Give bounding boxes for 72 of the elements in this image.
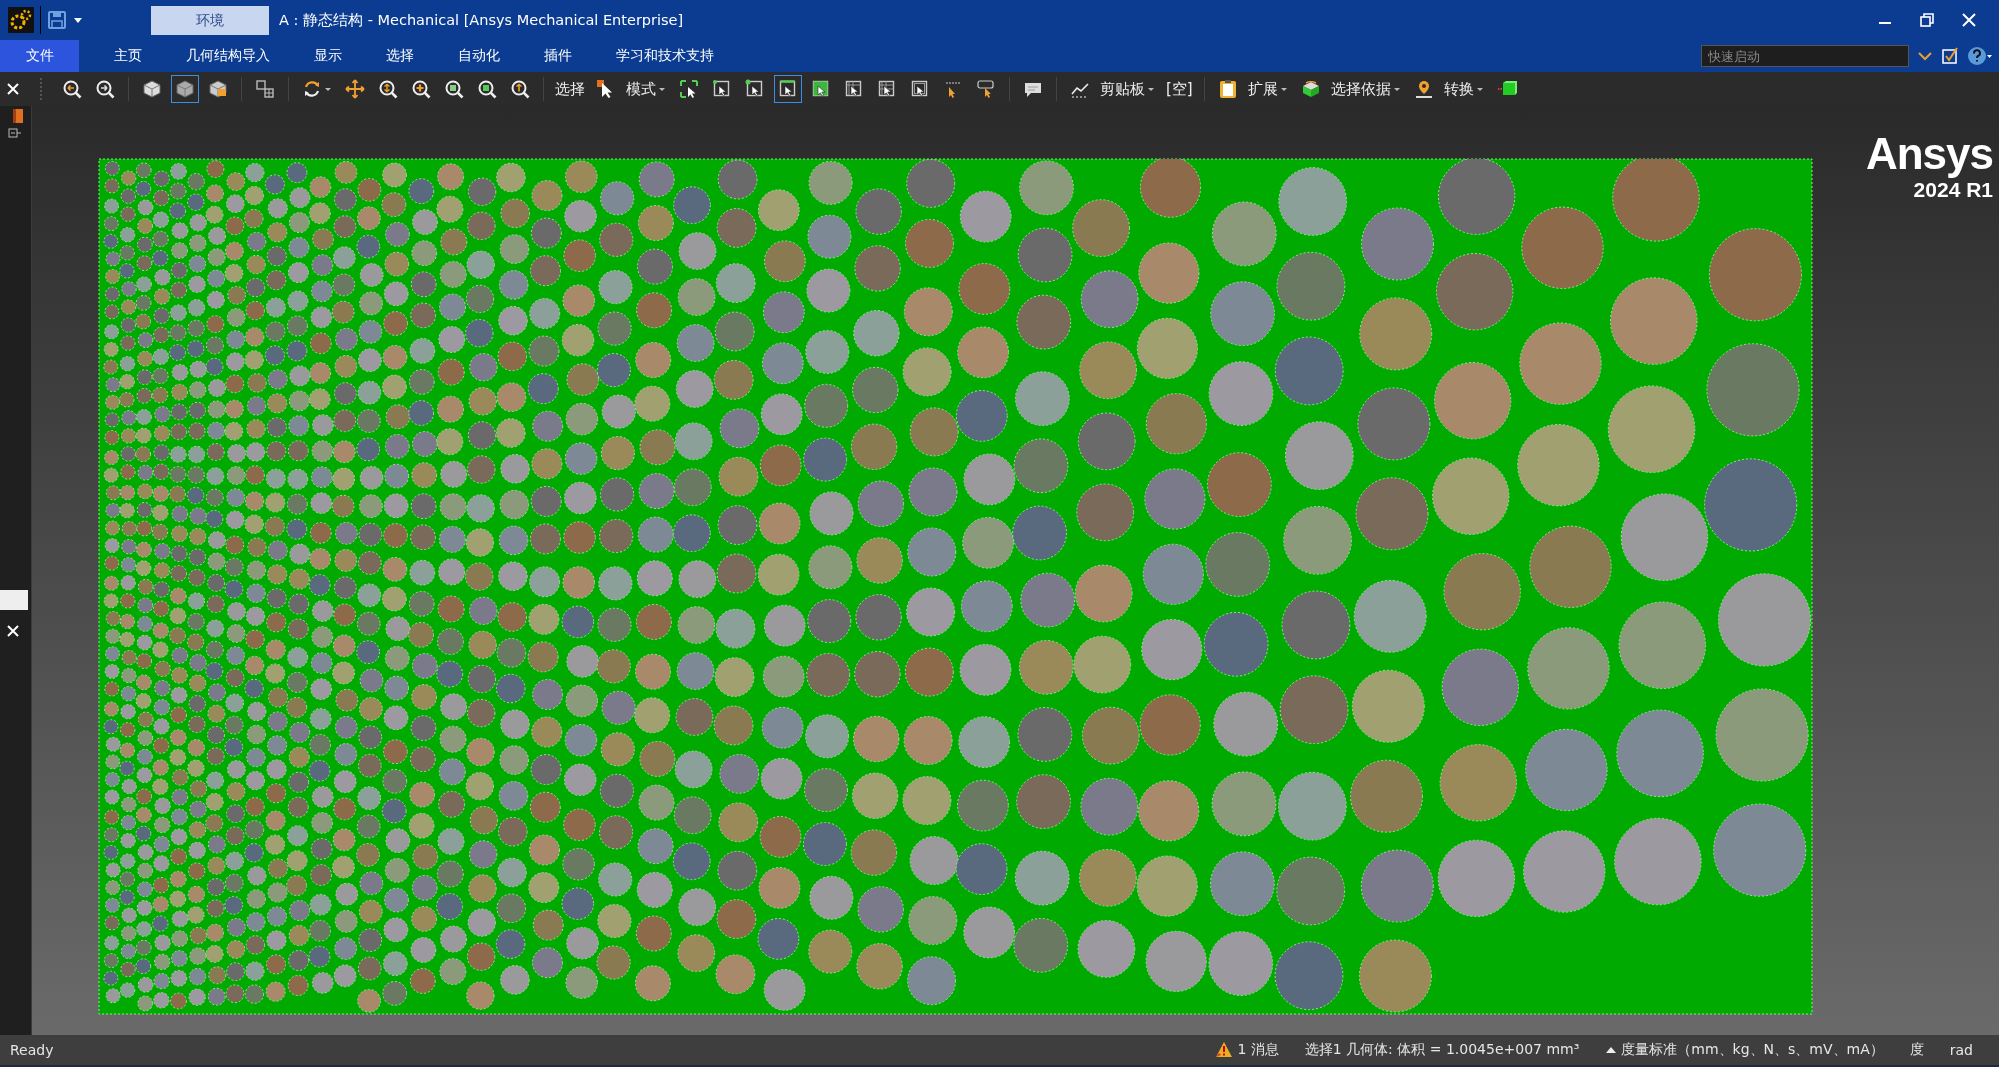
status-text: rad (1949, 1042, 1973, 1058)
magnifier-icon (378, 79, 398, 99)
app-icon[interactable] (8, 7, 34, 33)
cube-rotate-icon (208, 79, 228, 99)
menu-item[interactable]: 选择 (364, 40, 436, 72)
toolbar-menu[interactable]: 扩展 (1246, 79, 1292, 99)
save-icon[interactable] (47, 10, 67, 30)
cube-icon (175, 79, 195, 99)
menu-item[interactable]: 几何结构导入 (164, 40, 292, 72)
select-icon (877, 79, 897, 99)
toolbar-label: 选择 (554, 79, 586, 99)
warning-icon[interactable] (1215, 1041, 1234, 1059)
close-icon[interactable] (6, 624, 20, 638)
close-icon[interactable] (1961, 12, 1977, 28)
status-text: 度 (1909, 1041, 1924, 1059)
caret-icon (1392, 86, 1401, 92)
magnifier-icon (95, 79, 115, 99)
status-text: Ready (10, 1042, 55, 1058)
caret-icon (1279, 86, 1288, 92)
toolbar-menu[interactable]: 选择依据 (1329, 79, 1405, 99)
menu-item[interactable]: 主页 (92, 40, 164, 72)
logo: Ansys (1865, 130, 1993, 178)
caret-icon (1147, 86, 1155, 92)
magnifier-icon (411, 79, 431, 99)
help-icon[interactable] (1967, 46, 1993, 66)
window-title: A : 静态结构 - Mechanical [Ansys Mechanical Enterprise] (279, 10, 684, 30)
select-icon (679, 79, 699, 99)
clipboard-icon (1217, 79, 1238, 99)
toolbar-menu[interactable]: 剪贴板 (1099, 79, 1159, 99)
magnifier-icon (62, 79, 82, 99)
magnifier-icon (510, 79, 530, 99)
menu-item[interactable]: 自动化 (436, 40, 522, 72)
caret-icon[interactable] (1605, 1045, 1618, 1055)
select-icon (745, 79, 765, 99)
checkbox-icon[interactable] (1941, 47, 1959, 65)
status-text: 选择1 几何体: 体积 = 1.0045e+007 mm³ (1304, 1041, 1580, 1059)
menu-item[interactable]: 插件 (522, 40, 594, 72)
close-icon[interactable] (6, 82, 20, 96)
label-icon (976, 79, 996, 99)
pan-icon (345, 79, 365, 99)
coordinates-icon (943, 79, 963, 99)
select-icon (712, 79, 732, 99)
toolbar-button[interactable] (774, 75, 802, 103)
version-label: 2024 R1 (1913, 178, 1993, 202)
messages-link[interactable]: 1 消息 (1237, 1041, 1279, 1059)
box-icon (1300, 79, 1321, 99)
cube-icon (142, 79, 162, 99)
magnifier-icon (444, 79, 464, 99)
menu-item[interactable]: 学习和技术支持 (594, 40, 736, 72)
context-tab[interactable]: 环境 (151, 6, 269, 35)
restore-icon[interactable] (1919, 12, 1935, 28)
book-icon[interactable] (12, 108, 24, 124)
status-text[interactable]: 度量标准（mm、kg、N、s、mV、mA） (1621, 1041, 1884, 1059)
magnifier-icon (477, 79, 497, 99)
dropdown-icon[interactable] (73, 16, 83, 24)
toolbar-button[interactable] (171, 75, 199, 103)
toolbar-menu[interactable]: 模式 (625, 79, 670, 99)
select-icon (811, 79, 831, 99)
menu-item[interactable]: 文件 (0, 40, 79, 72)
quick-launch-field[interactable]: 快速启动 (1701, 45, 1909, 67)
menu-item[interactable]: 显示 (292, 40, 364, 72)
toolbar-menu[interactable]: 转换 (1442, 79, 1488, 99)
toolbar-label: [空] (1165, 79, 1194, 99)
squares-icon (255, 79, 275, 99)
caret-icon (1475, 86, 1484, 92)
collapse-icon[interactable] (8, 128, 22, 138)
caret-icon (658, 86, 666, 92)
rotate-icon (302, 79, 322, 99)
select-icon (910, 79, 930, 99)
select-icon (844, 79, 864, 99)
pin-icon (1413, 79, 1434, 99)
select-icon (778, 79, 798, 99)
